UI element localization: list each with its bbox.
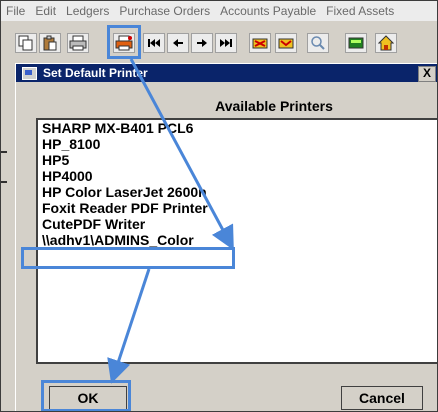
app-window: File Edit Ledgers Purchase Orders Accoun… bbox=[0, 0, 438, 412]
annotation-arrows bbox=[83, 58, 234, 384]
arrow-to-ok bbox=[107, 268, 151, 384]
arrow-to-printer bbox=[129, 58, 234, 251]
